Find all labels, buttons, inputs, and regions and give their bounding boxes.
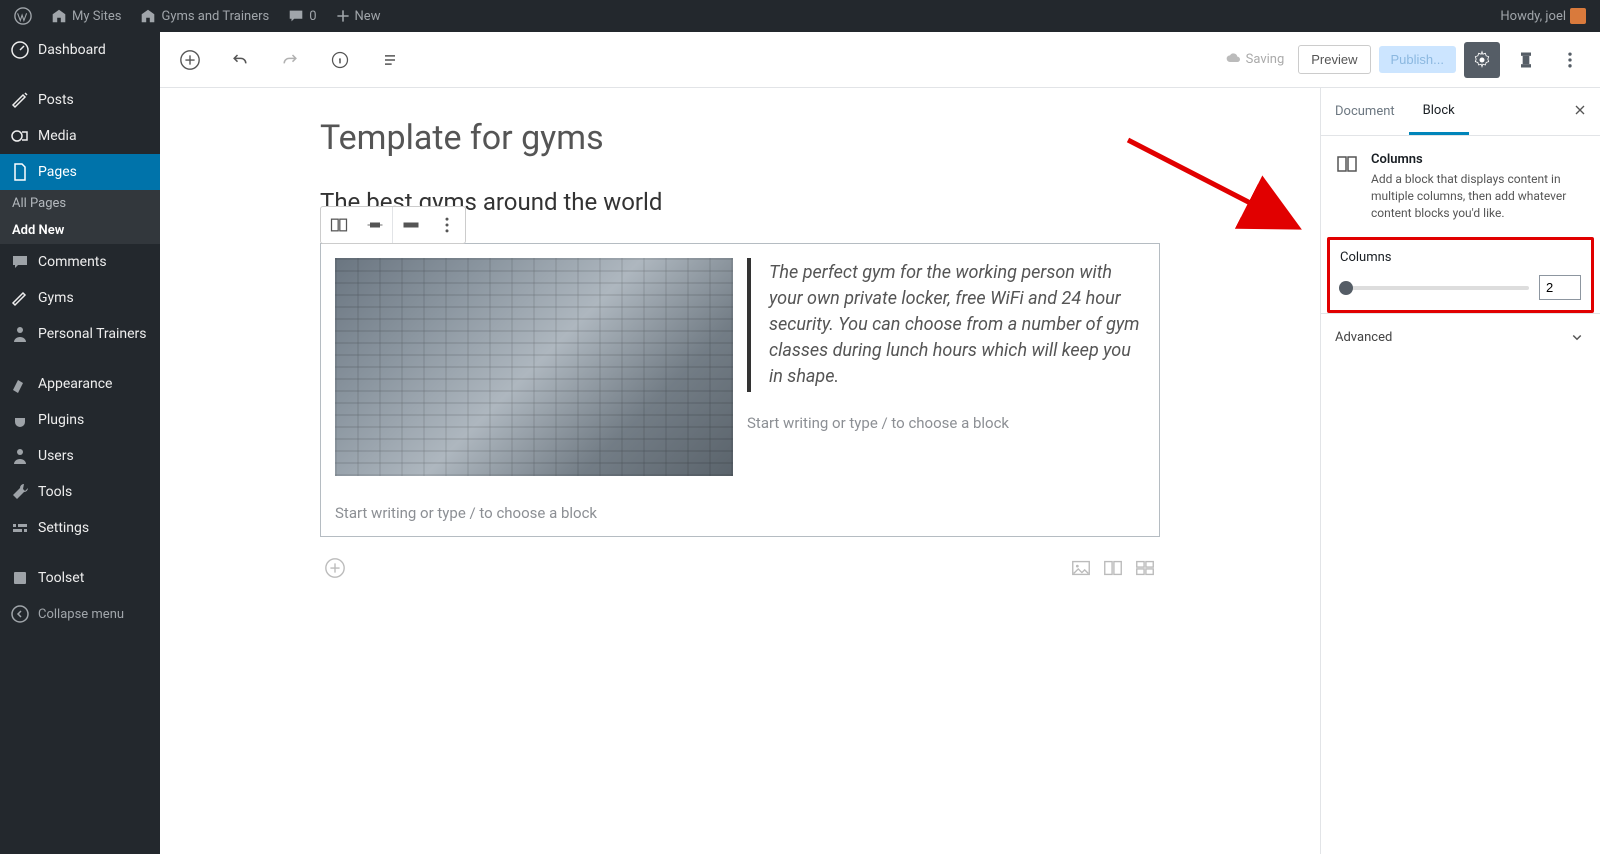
close-panel-button[interactable]	[1560, 102, 1600, 122]
nav-collapse[interactable]: Collapse menu	[0, 596, 160, 632]
nav-trainers[interactable]: Personal Trainers	[0, 316, 160, 352]
block-appender-col2[interactable]: Start writing or type / to choose a bloc…	[747, 414, 1145, 432]
info-button[interactable]	[322, 42, 358, 78]
quick-insert-columns-icon[interactable]	[1102, 557, 1124, 583]
comments-count: 0	[309, 9, 316, 24]
nav-gyms-label: Gyms	[38, 290, 74, 306]
howdy-menu[interactable]: Howdy, joel	[1494, 8, 1592, 24]
nav-plugins-label: Plugins	[38, 412, 84, 428]
columns-block[interactable]: The perfect gym for the working person w…	[320, 243, 1160, 537]
block-appender-bottom[interactable]: Start writing or type / to choose a bloc…	[335, 504, 1145, 522]
nav-dashboard[interactable]: Dashboard	[0, 32, 160, 68]
nav-appearance-label: Appearance	[38, 376, 112, 392]
saving-indicator: Saving	[1226, 52, 1285, 68]
site-name-menu[interactable]: Gyms and Trainers	[133, 7, 275, 25]
preview-button[interactable]: Preview	[1298, 45, 1370, 74]
nav-settings[interactable]: Settings	[0, 510, 160, 546]
nav-plugins[interactable]: Plugins	[0, 402, 160, 438]
nav-collapse-label: Collapse menu	[38, 607, 124, 622]
site-name-label: Gyms and Trainers	[161, 9, 269, 24]
nav-tools-label: Tools	[38, 484, 72, 500]
block-name-label: Columns	[1371, 152, 1586, 167]
admin-bar: My Sites Gyms and Trainers 0 New Howdy, …	[0, 0, 1600, 32]
nav-comments[interactable]: Comments	[0, 244, 160, 280]
editor-topbar: Saving Preview Publish...	[160, 32, 1600, 88]
columns-setting-label: Columns	[1340, 250, 1581, 265]
redo-button[interactable]	[272, 42, 308, 78]
inline-inserter-button[interactable]	[324, 557, 346, 583]
column-2[interactable]: The perfect gym for the working person w…	[747, 258, 1145, 476]
my-sites-menu[interactable]: My Sites	[44, 7, 127, 25]
my-sites-label: My Sites	[72, 9, 121, 24]
quick-insert-image-icon[interactable]	[1070, 557, 1092, 583]
nav-trainers-label: Personal Trainers	[38, 326, 147, 342]
quick-insert-gallery-icon[interactable]	[1134, 557, 1156, 583]
howdy-label: Howdy, joel	[1500, 9, 1566, 24]
more-menu-button[interactable]	[1552, 42, 1588, 78]
nav-users-label: Users	[38, 448, 74, 464]
editor-canvas[interactable]: Template for gyms The best gyms around t…	[160, 88, 1320, 854]
advanced-panel-toggle[interactable]: Advanced	[1321, 313, 1600, 360]
nav-media[interactable]: Media	[0, 118, 160, 154]
align-wide-button[interactable]	[393, 207, 429, 243]
column-1[interactable]	[335, 258, 733, 476]
slider-knob-icon[interactable]	[1339, 281, 1353, 295]
columns-slider[interactable]	[1340, 286, 1529, 290]
nav-add-new-page[interactable]: Add New	[0, 217, 160, 244]
nav-pages[interactable]: Pages	[0, 154, 160, 190]
nav-gyms[interactable]: Gyms	[0, 280, 160, 316]
align-center-button[interactable]	[357, 207, 393, 243]
quote-text: The perfect gym for the working person w…	[769, 260, 1145, 390]
outline-button[interactable]	[372, 42, 408, 78]
nav-comments-label: Comments	[38, 254, 107, 270]
columns-setting-highlight: Columns	[1327, 237, 1594, 313]
nav-toolset[interactable]: Toolset	[0, 560, 160, 596]
undo-button[interactable]	[222, 42, 258, 78]
gym-image[interactable]	[335, 258, 733, 476]
inserter-row	[320, 557, 1160, 583]
tab-document[interactable]: Document	[1321, 88, 1409, 135]
editor-main: Saving Preview Publish... Template for g…	[160, 32, 1600, 854]
block-toolbar	[320, 206, 466, 244]
nav-all-pages[interactable]: All Pages	[0, 190, 160, 217]
admin-sidebar: Dashboard Posts Media Pages All Pages Ad…	[0, 32, 160, 854]
block-options-button[interactable]	[429, 207, 465, 243]
page-title-input[interactable]: Template for gyms	[320, 118, 1160, 158]
nav-media-label: Media	[38, 128, 77, 144]
columns-number-input[interactable]	[1539, 275, 1581, 300]
saving-label: Saving	[1246, 52, 1285, 67]
nav-tools[interactable]: Tools	[0, 474, 160, 510]
chevron-down-icon	[1568, 328, 1586, 346]
nav-posts[interactable]: Posts	[0, 82, 160, 118]
nav-users[interactable]: Users	[0, 438, 160, 474]
columns-icon	[1335, 152, 1359, 176]
nav-appearance[interactable]: Appearance	[0, 366, 160, 402]
nav-pages-submenu: All Pages Add New	[0, 190, 160, 244]
add-block-button[interactable]	[172, 42, 208, 78]
quote-block[interactable]: The perfect gym for the working person w…	[747, 258, 1145, 392]
nav-toolset-label: Toolset	[38, 570, 84, 586]
panel-tabs: Document Block	[1321, 88, 1600, 136]
nav-posts-label: Posts	[38, 92, 74, 108]
nav-dashboard-label: Dashboard	[38, 42, 106, 58]
publish-button[interactable]: Publish...	[1379, 46, 1456, 73]
editor-body: Template for gyms The best gyms around t…	[160, 88, 1600, 854]
new-content-menu[interactable]: New	[329, 8, 387, 24]
new-label: New	[355, 9, 381, 24]
wp-logo-menu[interactable]	[8, 7, 38, 25]
comments-menu[interactable]: 0	[281, 7, 322, 25]
settings-panel: Document Block Columns Add a block that …	[1320, 88, 1600, 854]
pin-button[interactable]	[1508, 42, 1544, 78]
nav-pages-label: Pages	[38, 164, 77, 180]
block-desc-text: Add a block that displays content in mul…	[1371, 171, 1586, 221]
nav-settings-label: Settings	[38, 520, 89, 536]
tab-block[interactable]: Block	[1409, 88, 1469, 135]
block-description: Columns Add a block that displays conten…	[1321, 136, 1600, 237]
settings-toggle-button[interactable]	[1464, 42, 1500, 78]
block-type-columns-icon[interactable]	[321, 207, 357, 243]
advanced-label: Advanced	[1335, 330, 1392, 345]
user-avatar-icon	[1570, 8, 1586, 24]
